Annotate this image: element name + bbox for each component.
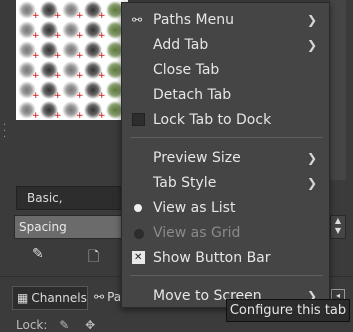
brush-marker-icon: +: [32, 71, 40, 81]
brush-marker-icon: +: [32, 11, 40, 21]
spacing-spinner[interactable]: ▲ ▼: [330, 215, 346, 239]
brush-marker-icon: +: [98, 71, 106, 81]
brush-marker-icon: +: [76, 71, 84, 81]
menu-item-label: Tab Style: [153, 175, 217, 191]
menu-item-label: Preview Size: [153, 150, 241, 166]
menu-item-add-tab[interactable]: Add Tab ❯: [122, 33, 329, 57]
menu-item-tab-style[interactable]: Tab Style ❯: [122, 171, 329, 195]
brush-marker-icon: +: [98, 51, 106, 61]
brush-marker-icon: +: [54, 31, 62, 41]
menu-item-lock-tab[interactable]: Lock Tab to Dock: [122, 108, 329, 132]
tab-channels[interactable]: ▦ Channels: [12, 286, 88, 310]
chevron-right-icon: ❯: [306, 13, 317, 27]
preset-field-value: Basic,: [27, 191, 63, 205]
brush-marker-icon: +: [76, 111, 84, 121]
menu-item-paths-menu[interactable]: ⚯ Paths Menu ❯: [122, 8, 329, 32]
menu-separator: [130, 137, 323, 138]
lock-row: Lock: ✎ ✥: [16, 318, 95, 332]
new-brush-icon[interactable]: 🗋: [88, 246, 99, 270]
brush-preview-grid[interactable]: ++++++++++++++++++++++++++++++: [16, 0, 128, 120]
brush-marker-icon: +: [54, 71, 62, 81]
brush-marker-icon: +: [32, 51, 40, 61]
menu-item-label: Lock Tab to Dock: [153, 112, 272, 128]
brush-marker-icon: +: [98, 91, 106, 101]
brush-marker-icon: +: [98, 31, 106, 41]
lock-position-icon[interactable]: ✥: [85, 318, 95, 332]
paths-icon: ⚯: [131, 13, 143, 27]
lock-label: Lock:: [16, 318, 48, 332]
brush-marker-icon: +: [98, 11, 106, 21]
radio-selected-icon: [134, 204, 142, 212]
menu-item-label: Add Tab: [153, 37, 209, 53]
chevron-right-icon: ❯: [306, 176, 317, 190]
tooltip: Configure this tab: [226, 299, 350, 322]
brush-marker-icon: +: [32, 91, 40, 101]
tab-label: Pa: [107, 290, 122, 304]
menu-item-view-as-grid: View as Grid: [122, 221, 329, 245]
menu-separator: [130, 275, 323, 276]
menu-item-preview-size[interactable]: Preview Size ❯: [122, 146, 329, 170]
dock-grip-handle[interactable]: · · ·: [3, 121, 6, 143]
tab-label: Channels: [31, 291, 87, 305]
menu-item-label: Show Button Bar: [153, 250, 271, 266]
edit-icon[interactable]: ✎: [32, 246, 44, 262]
brush-marker-icon: +: [76, 31, 84, 41]
brush-marker-icon: +: [32, 31, 40, 41]
brush-marker-icon: +: [76, 51, 84, 61]
brush-marker-icon: +: [54, 91, 62, 101]
menu-item-close-tab[interactable]: Close Tab: [122, 58, 329, 82]
menu-item-label: View as List: [153, 200, 236, 216]
spacing-label: Spacing: [19, 220, 67, 234]
dock-scrollbar[interactable]: [330, 0, 346, 180]
paths-icon: ⚯: [94, 290, 105, 304]
chevron-right-icon: ❯: [306, 151, 317, 165]
brush-marker-icon: +: [54, 111, 62, 121]
context-menu: ⚯ Paths Menu ❯ Add Tab ❯ Close Tab Detac…: [121, 2, 330, 308]
chevron-right-icon: ❯: [306, 38, 317, 52]
menu-item-label: Close Tab: [153, 62, 220, 78]
brush-marker-icon: +: [54, 51, 62, 61]
menu-item-label: View as Grid: [153, 225, 241, 241]
lock-pixels-icon[interactable]: ✎: [59, 318, 69, 332]
menu-item-view-as-list[interactable]: View as List: [122, 196, 329, 220]
radio-unselected-icon: [134, 229, 144, 239]
brush-marker-icon: +: [32, 111, 40, 121]
lock-tab-checkbox[interactable]: [132, 113, 145, 126]
brush-marker-icon: +: [54, 11, 62, 21]
show-button-bar-checkbox[interactable]: [132, 246, 145, 270]
menu-item-show-button-bar[interactable]: Show Button Bar: [122, 246, 329, 270]
menu-item-label: Paths Menu: [153, 12, 234, 28]
brush-marker-icon: +: [98, 111, 106, 121]
menu-item-label: Detach Tab: [153, 87, 232, 103]
brush-marker-icon: +: [76, 91, 84, 101]
menu-item-detach-tab[interactable]: Detach Tab: [122, 83, 329, 107]
channels-icon: ▦: [17, 291, 29, 305]
brush-marker-icon: +: [76, 11, 84, 21]
